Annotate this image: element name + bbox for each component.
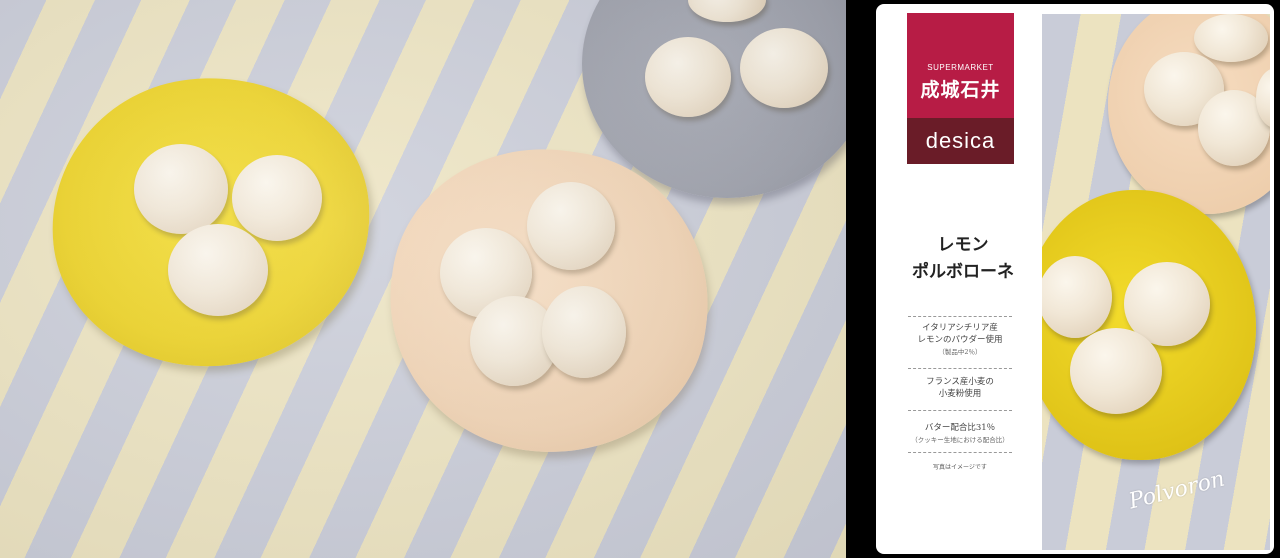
- cookie: [1070, 328, 1162, 414]
- cookie: [645, 37, 731, 117]
- gray-plate: [582, 0, 846, 198]
- package-photo: [1042, 14, 1270, 550]
- cookie: [168, 224, 268, 316]
- yellow-plate: [37, 62, 385, 382]
- divider: [908, 410, 1012, 411]
- divider: [908, 452, 1012, 453]
- cookie: [440, 228, 532, 318]
- feature-2: フランス産小麦の 小麦粉使用: [926, 377, 994, 399]
- product-title-line1: レモン: [937, 235, 989, 255]
- package-card: SUPERMARKET 成城石井 desica レモン ポルボローネ イタリアシ…: [876, 4, 1274, 554]
- cookie: [527, 182, 615, 270]
- peach-plate: [370, 129, 728, 473]
- brand-logo: SUPERMARKET 成城石井 desica: [907, 13, 1014, 164]
- product-photo: [0, 0, 846, 558]
- brand-name: 成城石井: [920, 79, 1001, 101]
- cookie: [470, 296, 558, 386]
- divider: [908, 368, 1012, 369]
- cookie: [232, 155, 322, 241]
- image-note: 写真はイメージです: [933, 464, 987, 471]
- divider: [908, 316, 1012, 317]
- cookie: [1194, 14, 1268, 62]
- brand-sub-label: desica: [907, 118, 1014, 164]
- cookie: [542, 286, 626, 378]
- product-title-line2: ポルボローネ: [912, 262, 1014, 282]
- cookie: [134, 144, 228, 234]
- cookie: [688, 0, 766, 22]
- cookie: [740, 28, 828, 108]
- feature-3: バター配合比31％ （クッキー生地における配合比）: [911, 423, 1009, 444]
- feature-1: イタリアシチリア産 レモンのパウダー使用 （製品中2％）: [917, 323, 1003, 356]
- brand-small-text: SUPERMARKET: [927, 63, 994, 72]
